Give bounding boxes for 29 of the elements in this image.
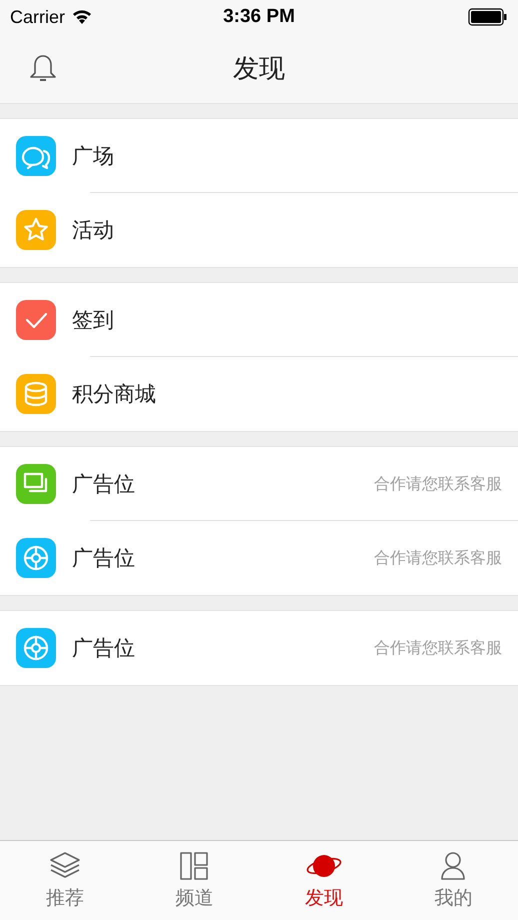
menu-label: 广告位 [72, 546, 136, 572]
menu-label: 签到 [72, 308, 115, 334]
menu-label: 广告位 [72, 472, 136, 498]
tab-item[interactable]: 发现 [259, 841, 388, 920]
menu-row[interactable]: 广告位 合作请您联系客服 [0, 447, 518, 521]
tab-item[interactable]: 频道 [130, 841, 259, 920]
layers-icon [48, 850, 82, 880]
page-title: 发现 [233, 52, 285, 85]
layout-icon [179, 850, 210, 880]
menu-row[interactable]: 广告位 合作请您联系客服 [0, 521, 518, 595]
tab-item[interactable]: 推荐 [0, 841, 130, 920]
person-icon [439, 850, 468, 880]
tab-item[interactable]: 我的 [388, 841, 518, 920]
menu-label: 活动 [72, 218, 115, 244]
clock-time: 3:36 PM [223, 6, 295, 28]
menu-row[interactable]: 广场 [0, 119, 518, 193]
menu-note: 合作请您联系客服 [374, 548, 502, 568]
wifi-icon [71, 9, 94, 25]
menu-note: 合作请您联系客服 [374, 474, 502, 494]
menu-row[interactable]: 积分商城 [0, 357, 518, 431]
menu-note: 合作请您联系客服 [374, 638, 502, 658]
menu-row[interactable]: 签到 [0, 283, 518, 357]
battery-icon [468, 8, 508, 26]
menu-label: 广场 [72, 144, 115, 170]
menu-row[interactable]: 活动 [0, 193, 518, 267]
menu-label: 积分商城 [72, 382, 157, 408]
carrier-name: Carrier [10, 6, 66, 28]
menu-label: 广告位 [72, 636, 136, 662]
menu-row[interactable]: 广告位 合作请您联系客服 [0, 611, 518, 685]
